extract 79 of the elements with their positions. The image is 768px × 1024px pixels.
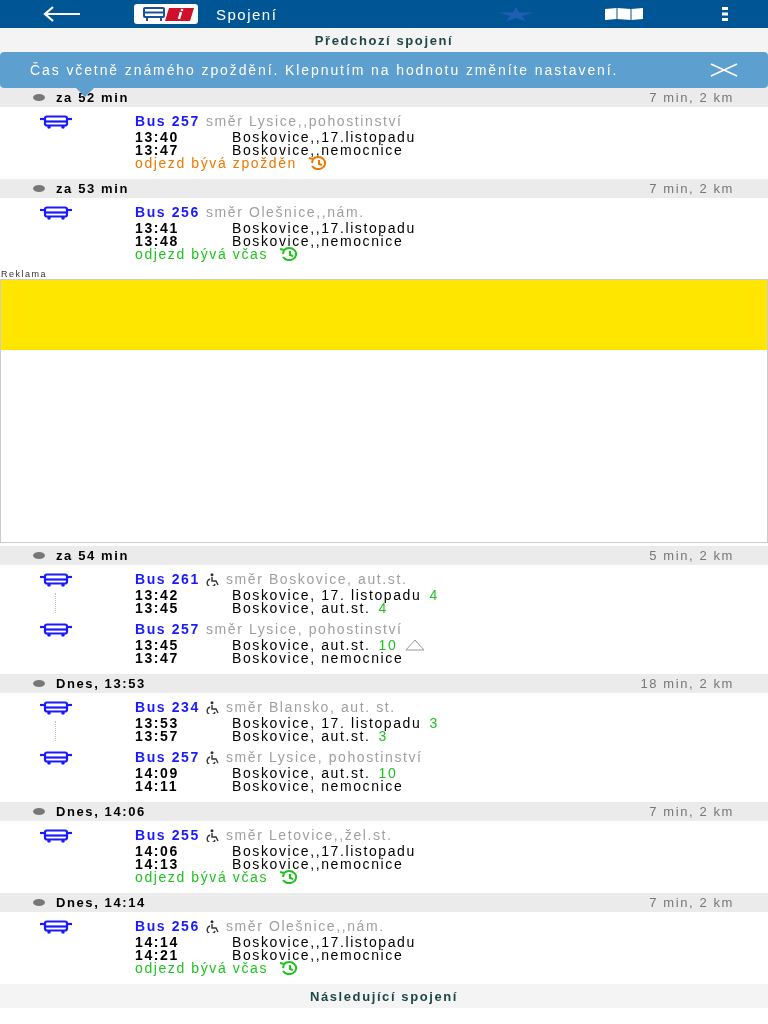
direction-text: směr Lysice, pohostinství xyxy=(205,621,403,637)
platform-number: 10 xyxy=(378,636,398,653)
ad-label: Reklama xyxy=(0,270,48,279)
menu-icon[interactable] xyxy=(722,7,728,21)
bus-icon xyxy=(38,701,73,715)
bus-line[interactable]: Bus 261 xyxy=(135,571,200,587)
previous-connections-button[interactable]: Předchozí spojení xyxy=(314,32,454,48)
direction-text: směr Blansko, aut. st. xyxy=(225,699,396,715)
trip-summary: 7 min, 2 km xyxy=(649,90,734,105)
trip-summary: 7 min, 2 km xyxy=(649,895,734,910)
map-icon[interactable] xyxy=(604,7,644,21)
departure-relative-time: za 54 min xyxy=(56,548,130,563)
departure-relative-time: Dnes, 14:14 xyxy=(56,895,147,910)
connection-header[interactable]: za 52 min 7 min, 2 km xyxy=(0,88,768,107)
clock-history-icon xyxy=(306,156,329,170)
clock-history-icon xyxy=(278,870,300,884)
bus-line[interactable]: Bus 256 xyxy=(135,918,200,934)
bullet-dot xyxy=(33,680,45,687)
direction-text: směr Olešnice,,nám. xyxy=(225,918,385,934)
trip-summary: 5 min, 2 km xyxy=(649,548,734,563)
bullet-dot xyxy=(33,808,45,815)
connector-line xyxy=(55,593,56,613)
close-icon[interactable] xyxy=(710,63,738,77)
bus-icon xyxy=(38,920,73,934)
bus-line[interactable]: Bus 256 xyxy=(135,204,200,220)
connection-header[interactable]: Dnes, 13:53 18 min, 2 km xyxy=(0,674,768,693)
connector-line xyxy=(55,721,56,741)
bus-line[interactable]: Bus 257 xyxy=(135,621,200,637)
direction-text: směr Olešnice,,nám. xyxy=(205,204,365,220)
bullet-dot xyxy=(33,185,45,192)
delay-status: odjezd bývá včas xyxy=(135,246,268,262)
bus-icon xyxy=(38,623,73,637)
bus-icon xyxy=(38,829,73,843)
stop-name: Boskovice, aut.st. xyxy=(232,764,371,781)
bus-line[interactable]: Bus 257 xyxy=(135,113,200,129)
bullet-dot xyxy=(33,899,45,906)
direction-text: směr Lysice,,pohostinství xyxy=(205,113,403,129)
departure-relative-time: Dnes, 14:06 xyxy=(56,804,147,819)
stop-name: Boskovice,,17.listopadu xyxy=(232,128,416,145)
screen-title: Spojení xyxy=(216,5,278,23)
clock-history-icon xyxy=(278,247,300,261)
app-logo-icon xyxy=(134,4,198,24)
connection-header[interactable]: za 54 min 5 min, 2 km xyxy=(0,546,768,565)
delay-status: odjezd bývá včas xyxy=(135,960,268,976)
bus-icon xyxy=(38,751,73,765)
bus-icon xyxy=(38,573,73,587)
bullet-dot xyxy=(33,552,45,559)
delay-status: odjezd bývá včas xyxy=(135,869,268,885)
trip-summary: 18 min, 2 km xyxy=(640,676,734,691)
platform-number: 3 xyxy=(429,714,439,731)
bus-icon xyxy=(38,206,73,220)
tooltip-text: Čas včetně známého zpoždění. Klepnutím na hodnotu změníte nastavení. xyxy=(30,62,620,78)
stop-name: Boskovice,,17.listopadu xyxy=(232,933,416,950)
bus-line[interactable]: Bus 234 xyxy=(135,699,200,715)
stop-name: Boskovice, 17. listopadu xyxy=(232,586,422,603)
departure-relative-time: za 53 min xyxy=(56,181,130,196)
back-arrow-icon[interactable] xyxy=(42,6,82,22)
bullet-dot xyxy=(33,94,45,101)
next-connections-button[interactable]: Následující spojení xyxy=(309,988,459,1004)
departure-relative-time: Dnes, 13:53 xyxy=(56,676,147,691)
connection-header[interactable]: Dnes, 14:06 7 min, 2 km xyxy=(0,802,768,821)
connection-header[interactable]: Dnes, 14:14 7 min, 2 km xyxy=(0,893,768,912)
direction-text: směr Lysice, pohostinství xyxy=(225,749,423,765)
trip-summary: 7 min, 2 km xyxy=(649,181,734,196)
direction-text: směr Letovice,,žel.st. xyxy=(225,827,393,843)
clock-history-icon xyxy=(278,961,300,975)
stop-name: Boskovice,,17.listopadu xyxy=(232,219,416,236)
connection-header[interactable]: za 53 min 7 min, 2 km xyxy=(0,179,768,198)
trip-summary: 7 min, 2 km xyxy=(649,804,734,819)
departure-relative-time: za 52 min xyxy=(56,90,130,105)
bus-line[interactable]: Bus 255 xyxy=(135,827,200,843)
platform-number: 4 xyxy=(429,586,439,603)
direction-text: směr Boskovice, aut.st. xyxy=(225,571,408,587)
delay-status: odjezd bývá zpožděn xyxy=(135,155,297,171)
bus-line[interactable]: Bus 257 xyxy=(135,749,200,765)
stop-name: Boskovice, aut.st. xyxy=(232,636,371,653)
bus-icon xyxy=(38,115,73,129)
stop-name: Boskovice,,17.listopadu xyxy=(232,842,416,859)
platform-number: 10 xyxy=(378,764,398,781)
